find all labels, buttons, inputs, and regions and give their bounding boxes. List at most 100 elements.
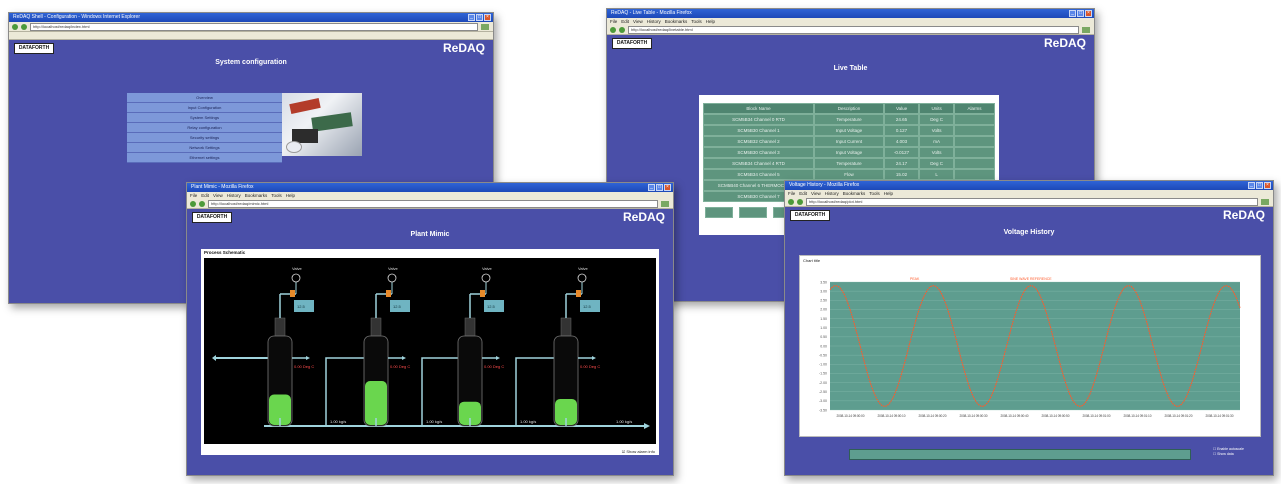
voltage-menubar: File Edit View History Bookmarks Tools H…	[785, 190, 1273, 197]
menu-view[interactable]: View	[633, 18, 643, 25]
menu-history[interactable]: History	[227, 192, 241, 199]
menu-bookmarks[interactable]: Bookmarks	[245, 192, 268, 199]
plant-url-field[interactable]: http://localhost/redaq/mimic.html	[208, 199, 658, 208]
config-url-field[interactable]: http://localhost/redaq/index.html	[30, 22, 478, 31]
table-cell: mA	[919, 136, 955, 147]
menu-history[interactable]: History	[825, 190, 839, 197]
go-button[interactable]	[661, 200, 669, 207]
voltage-url-field[interactable]: http://localhost/redaq/plot.html	[806, 197, 1258, 206]
menu-bookmarks[interactable]: Bookmarks	[843, 190, 866, 197]
back-icon[interactable]	[788, 198, 794, 205]
live-titlebar: ReDAQ - Live Table - Mozilla Firefox _ □ ×	[607, 9, 1094, 18]
menu-help[interactable]: Help	[884, 190, 893, 197]
config-menu-item[interactable]: Input Configuration	[127, 103, 282, 113]
go-button[interactable]	[1261, 198, 1269, 205]
go-button[interactable]	[481, 23, 489, 30]
table-header-cell: Units	[919, 103, 955, 114]
forward-icon[interactable]	[21, 23, 27, 30]
minimize-icon[interactable]: _	[468, 14, 475, 21]
close-icon[interactable]: ×	[1264, 182, 1271, 189]
showdata-label: Show data	[1217, 452, 1234, 456]
minimize-icon[interactable]: _	[1069, 10, 1076, 17]
plant-footer-note: ☑ Show alarm info	[622, 449, 655, 454]
pipe-arrow-icon	[644, 423, 650, 429]
config-menu-item[interactable]: Overview	[127, 93, 282, 103]
menu-view[interactable]: View	[811, 190, 821, 197]
menu-view[interactable]: View	[213, 192, 223, 199]
forward-icon[interactable]	[797, 198, 803, 205]
config-titlebar: ReDAQ Shell - Configuration - Windows In…	[9, 13, 493, 22]
maximize-icon[interactable]: □	[656, 184, 663, 191]
config-menu-item[interactable]: Network Settings	[127, 143, 282, 153]
tank-neck	[560, 317, 572, 337]
table-header-cell: Value	[884, 103, 920, 114]
table-cell: Temperature	[813, 114, 885, 125]
back-icon[interactable]	[12, 23, 18, 30]
config-menu-item[interactable]: Security settings	[127, 133, 282, 143]
close-icon[interactable]: ×	[664, 184, 671, 191]
valve-label: Valve	[578, 266, 588, 271]
table-cell	[954, 147, 995, 158]
voltage-window: Voltage History - Mozilla Firefox _ □ × Fi…	[784, 180, 1274, 476]
close-icon[interactable]: ×	[484, 14, 491, 21]
menu-file[interactable]: File	[190, 192, 197, 199]
voltage-titlebar: Voltage History - Mozilla Firefox _ □ ×	[785, 181, 1273, 190]
valve-icon	[481, 273, 491, 283]
pipe-arrow-icon	[402, 356, 406, 360]
table-cell: SCM5B34 Channel 0 RTD	[703, 114, 814, 125]
transfer-pipe	[325, 357, 364, 426]
showdata-option[interactable]: ☐ Show data	[1213, 452, 1244, 457]
menu-help[interactable]: Help	[706, 18, 715, 25]
y-tick-label: -2.00	[819, 381, 827, 385]
maximize-icon[interactable]: □	[1077, 10, 1084, 17]
tank-reading: 0.00 Deg C	[294, 364, 314, 369]
menu-tools[interactable]: Tools	[869, 190, 880, 197]
live-url-field[interactable]: http://localhost/redaq/livetable.html	[628, 25, 1079, 34]
checkbox-icon[interactable]: ☑	[622, 449, 626, 454]
table-button[interactable]	[739, 207, 767, 218]
pipe-arrow-icon	[496, 356, 500, 360]
table-cell: 24.17	[884, 158, 920, 169]
config-menu-item[interactable]: System Settings	[127, 113, 282, 123]
forward-icon[interactable]	[199, 200, 205, 207]
brand-title: ReDAQ	[622, 210, 665, 224]
x-tick-label: 2008-10-14 09:01:20	[1165, 414, 1193, 418]
menu-tools[interactable]: Tools	[691, 18, 702, 25]
live-page-title: Live Table	[833, 65, 868, 72]
menu-bookmarks[interactable]: Bookmarks	[665, 18, 688, 25]
table-cell	[954, 169, 995, 180]
config-menu-item[interactable]: Relay configuration	[127, 123, 282, 133]
valve-label: Valve	[482, 266, 492, 271]
forward-icon[interactable]	[619, 26, 625, 33]
plant-mimic-window: Plant Mimic - Mozilla Firefox _ □ × File E…	[186, 182, 674, 476]
tank-neck	[464, 317, 476, 337]
menu-tools[interactable]: Tools	[271, 192, 282, 199]
checkbox-icon[interactable]: ☐	[1213, 452, 1216, 456]
table-button[interactable]	[705, 207, 733, 218]
table-cell: SCM5B30 Channel 1	[703, 125, 814, 136]
tank-reading: 0.00 Deg C	[390, 364, 410, 369]
table-cell: Temperature	[813, 158, 885, 169]
checkbox-icon[interactable]: ☐	[1213, 447, 1216, 451]
go-button[interactable]	[1082, 26, 1090, 33]
table-cell	[954, 158, 995, 169]
menu-file[interactable]: File	[610, 18, 617, 25]
menu-edit[interactable]: Edit	[201, 192, 209, 199]
maximize-icon[interactable]: □	[1256, 182, 1263, 189]
back-icon[interactable]	[190, 200, 196, 207]
table-cell: 24.65	[884, 114, 920, 125]
menu-edit[interactable]: Edit	[621, 18, 629, 25]
y-tick-label: 2.00	[820, 308, 827, 312]
table-cell: SCM5B32 Channel 2	[703, 136, 814, 147]
time-scrollbar[interactable]	[849, 449, 1191, 460]
close-icon[interactable]: ×	[1085, 10, 1092, 17]
config-menu-item[interactable]: Ethernet settings	[127, 153, 282, 163]
menu-help[interactable]: Help	[286, 192, 295, 199]
menu-file[interactable]: File	[788, 190, 795, 197]
menu-history[interactable]: History	[647, 18, 661, 25]
menu-edit[interactable]: Edit	[799, 190, 807, 197]
minimize-icon[interactable]: _	[648, 184, 655, 191]
minimize-icon[interactable]: _	[1248, 182, 1255, 189]
maximize-icon[interactable]: □	[476, 14, 483, 21]
back-icon[interactable]	[610, 26, 616, 33]
